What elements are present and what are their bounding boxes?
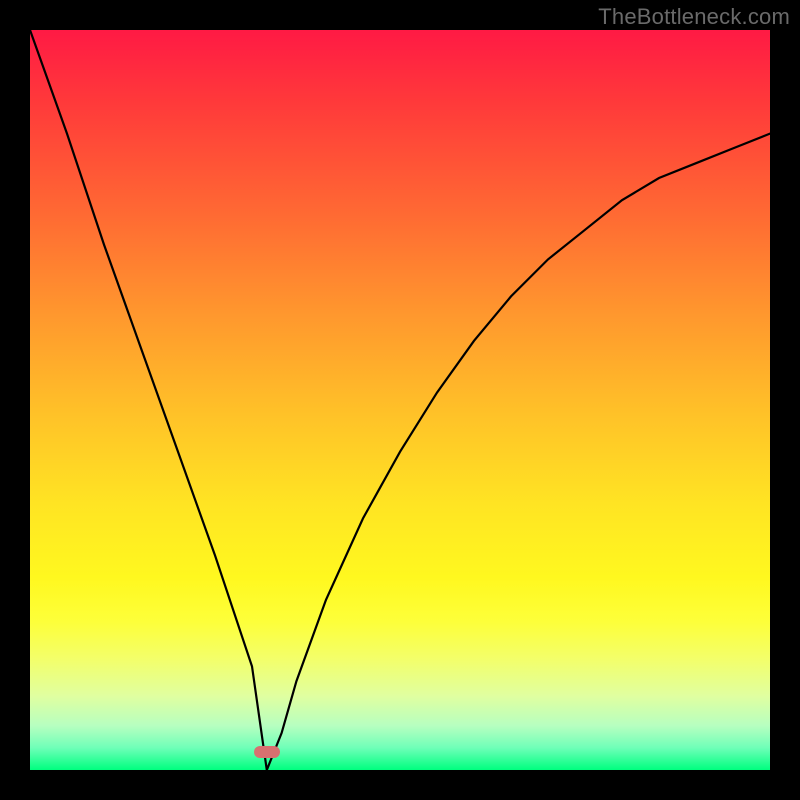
plot-area	[30, 30, 770, 770]
watermark-text: TheBottleneck.com	[598, 4, 790, 30]
chart-frame: TheBottleneck.com	[0, 0, 800, 800]
minimum-marker	[254, 746, 280, 758]
bottleneck-curve	[30, 30, 770, 770]
